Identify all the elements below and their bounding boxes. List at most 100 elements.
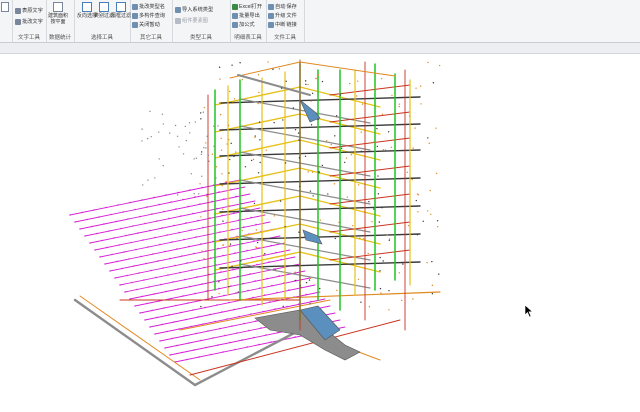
sprinkler-head <box>238 315 240 318</box>
sprinkler-head <box>229 245 231 247</box>
sprinkler-head <box>151 213 153 215</box>
fitting-dot <box>304 155 307 157</box>
fitting-dot <box>378 221 381 223</box>
text-batch-edit-button[interactable]: 批改文字 <box>15 18 43 25</box>
fitting-dot <box>315 77 317 80</box>
fitting-dot <box>294 271 296 273</box>
sprinkler-head <box>207 330 209 332</box>
sprinkler-head <box>180 311 182 314</box>
sprinkler-head <box>216 304 218 306</box>
sprinkler-head <box>187 302 189 304</box>
sprinkler-head <box>182 198 184 201</box>
fitting-dot <box>427 137 429 139</box>
sprinkler-head <box>277 331 279 334</box>
fitting-dot <box>219 102 222 104</box>
select-icon <box>82 2 92 12</box>
sprinkler-head <box>168 217 170 220</box>
text-restore-button[interactable]: 表原文字 <box>15 7 43 14</box>
sprinkler-head <box>118 244 120 246</box>
sprinkler-head <box>206 290 208 292</box>
group-title-schedule-tools: 明细表工具 <box>234 35 262 41</box>
fitting-dot <box>371 221 373 223</box>
floor-pipe <box>329 84 411 96</box>
sprinkler-head <box>176 248 178 250</box>
fitting-dot <box>244 166 247 168</box>
fitting-dot <box>206 135 208 138</box>
sprinkler-head <box>146 302 148 305</box>
sprinkler-head <box>169 257 171 260</box>
fitting-dot <box>259 139 261 141</box>
upgrade-file-button[interactable]: 升级 文件 <box>268 12 297 19</box>
fitting-dot <box>229 243 232 245</box>
rename-icon <box>132 3 138 10</box>
sprinkler-head <box>185 318 187 321</box>
sprinkler-head <box>194 196 196 198</box>
sprinkler-head <box>209 313 211 316</box>
mouse-pointer-icon <box>524 304 534 318</box>
fitting-dot <box>203 257 205 260</box>
fitting-dot <box>292 107 295 109</box>
sprinkler-head <box>275 251 277 254</box>
fitting-dot <box>373 141 375 143</box>
sprinkler-head <box>258 247 260 249</box>
fitting-dot <box>231 64 233 66</box>
sprinkler-head <box>159 340 161 342</box>
fitting-dot <box>435 172 438 175</box>
sprinkler-head <box>205 346 207 349</box>
fitting-dot <box>388 238 391 240</box>
sprinkler-head <box>170 297 172 300</box>
sprinkler-head <box>163 307 165 309</box>
floor-pipe <box>239 179 371 205</box>
sprinkler-head <box>157 260 159 262</box>
sprinkler-head <box>151 309 153 312</box>
add-formula-button[interactable]: 加公式 <box>232 21 255 28</box>
3d-model-viewport[interactable] <box>0 54 640 412</box>
sprinkler-head <box>259 287 261 289</box>
fitting-dot <box>178 146 180 148</box>
sprinkler-head <box>137 232 139 234</box>
sprinkler-head <box>136 288 138 291</box>
box-filter-icon <box>116 2 126 12</box>
break-link-button[interactable]: 中断 链接 <box>268 21 297 28</box>
sprinkler-head <box>231 228 233 231</box>
close-pause-button[interactable]: 关闭暂动 <box>132 21 160 28</box>
mep-piping-model <box>69 59 441 387</box>
batch-rename-type-button[interactable]: 批改类型名 <box>132 3 165 10</box>
excel-open-button[interactable]: Excel打开 <box>232 3 262 10</box>
component-elements-button[interactable]: 组件要素图 <box>175 17 208 24</box>
fitting-dot <box>256 241 259 244</box>
fitting-dot <box>221 184 223 187</box>
sprinkler-head <box>271 284 273 287</box>
sprinkler-head <box>84 235 86 237</box>
sprinkler-head <box>175 304 177 307</box>
batch-export-button[interactable]: 批量导出 <box>232 12 260 19</box>
multi-element-query-button[interactable]: 多构件查询 <box>132 12 165 19</box>
fitting-dot <box>233 155 235 158</box>
fitting-dot <box>316 77 318 79</box>
sprinkler-head <box>130 241 132 244</box>
sprinkler-head <box>114 277 116 279</box>
group-title-file-tools: 文件工具 <box>273 35 296 41</box>
sprinkler-head <box>218 287 220 290</box>
sprinkler-head <box>173 321 175 323</box>
fitting-dot <box>321 164 324 167</box>
import-system-type-button[interactable]: 导入系统类型 <box>175 6 213 13</box>
sprinkler-head <box>253 240 255 242</box>
partial-button[interactable] <box>1 2 9 13</box>
fitting-dot <box>234 151 237 153</box>
auto-save-button[interactable]: 自动 保存 <box>268 3 297 10</box>
fitting-dot <box>221 191 223 193</box>
fitting-dot <box>297 132 300 134</box>
sprinkler-head <box>161 227 163 229</box>
fitting-dot <box>229 158 231 161</box>
sprinkler-head <box>273 268 275 270</box>
sprinkler-head <box>212 337 214 339</box>
fitting-dot <box>252 158 255 161</box>
box-filter-button[interactable]: 隔框过滤 <box>111 2 131 19</box>
fitting-dot <box>368 306 371 308</box>
building-area-button[interactable]: 建筑面积 按平面 <box>48 2 68 25</box>
sprinkler-head <box>96 232 98 235</box>
sprinkler-head <box>274 308 276 310</box>
fitting-dot <box>432 82 435 84</box>
fitting-dot <box>141 140 143 142</box>
